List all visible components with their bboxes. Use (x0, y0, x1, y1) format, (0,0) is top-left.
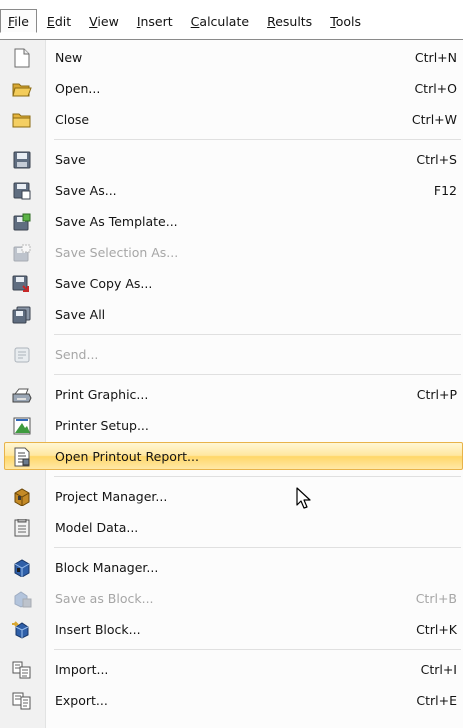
menu-item-printer-setup[interactable]: Printer Setup... (0, 410, 463, 441)
menu-item-open-printout-report[interactable]: Open Printout Report... (0, 441, 463, 472)
menu-calculate[interactable]: Calculate (183, 9, 257, 33)
menu-view[interactable]: View (81, 9, 127, 33)
menu-item-label: Save (55, 152, 86, 167)
new-document-icon (12, 48, 32, 68)
menu-edit[interactable]: Edit (39, 9, 79, 33)
menu-separator (0, 645, 463, 654)
menu-item-label: Export... (55, 693, 108, 708)
menu-item-label: Save Copy As... (55, 276, 153, 291)
open-folder-icon (12, 79, 32, 99)
menu-item-block-manager[interactable]: Block Manager... (0, 552, 463, 583)
menu-item-open[interactable]: Open... Ctrl+O (0, 73, 463, 104)
import-icon (12, 660, 32, 680)
floppy-template-icon (12, 212, 32, 232)
menu-items: New Ctrl+N Open... Ctrl+O Close Ctrl+W S… (0, 42, 463, 716)
menu-item-save-selection-as[interactable]: Save Selection As... (0, 237, 463, 268)
menu-item-label: New (55, 50, 83, 65)
project-manager-icon (12, 487, 32, 507)
send-mail-icon (12, 345, 32, 365)
floppy-copy-icon (12, 274, 32, 294)
menu-separator (0, 135, 463, 144)
menu-item-save-as[interactable]: Save As... F12 (0, 175, 463, 206)
menu-tools[interactable]: Tools (322, 9, 369, 33)
menu-item-label: Import... (55, 662, 109, 677)
export-icon (12, 691, 32, 711)
menu-item-label: Save As Template... (55, 214, 178, 229)
menu-item-shortcut: Ctrl+O (414, 81, 457, 96)
floppy-disk-icon (12, 150, 32, 170)
file-menu-dropdown: New Ctrl+N Open... Ctrl+O Close Ctrl+W S… (0, 39, 463, 728)
insert-block-icon (12, 620, 32, 640)
menu-item-label: Save All (55, 307, 106, 322)
close-folder-icon (12, 110, 32, 130)
floppy-save-as-icon (12, 181, 32, 201)
menu-separator (0, 330, 463, 339)
save-block-icon (12, 589, 32, 609)
menu-results-label: esults (275, 13, 313, 29)
menu-item-label: Print Graphic... (55, 387, 149, 402)
menu-results[interactable]: Results (259, 9, 320, 33)
menu-item-save-copy-as[interactable]: Save Copy As... (0, 268, 463, 299)
menu-item-save-all[interactable]: Save All (0, 299, 463, 330)
menu-results-mnemonic: R (267, 13, 276, 29)
block-manager-icon (12, 558, 32, 578)
menu-edit-mnemonic: E (46, 13, 55, 29)
menu-item-insert-block[interactable]: Insert Block... Ctrl+K (0, 614, 463, 645)
menu-item-label: Insert Block... (55, 622, 141, 637)
menu-item-close[interactable]: Close Ctrl+W (0, 104, 463, 135)
menu-item-save[interactable]: Save Ctrl+S (0, 144, 463, 175)
menu-item-label: Printer Setup... (55, 418, 149, 433)
floppy-stack-icon (12, 305, 32, 325)
menu-file[interactable]: File (0, 8, 37, 33)
menu-tools-label: ools (335, 13, 361, 29)
menu-item-print-graphic[interactable]: Print Graphic... Ctrl+P (0, 379, 463, 410)
printer-icon (12, 385, 32, 405)
menu-bar: File Edit View Insert Calculate Results … (0, 0, 463, 41)
menu-item-save-as-block[interactable]: Save as Block... Ctrl+B (0, 583, 463, 614)
menu-separator (0, 543, 463, 552)
menu-edit-label: dit (54, 13, 72, 29)
menu-item-shortcut: Ctrl+P (416, 387, 457, 402)
printer-setup-icon (12, 416, 32, 436)
menu-item-label: Close (55, 112, 90, 127)
menu-item-import[interactable]: Import... Ctrl+I (0, 654, 463, 685)
menu-insert[interactable]: Insert (129, 9, 181, 33)
menu-item-label: Model Data... (55, 520, 139, 535)
floppy-selection-icon (12, 243, 32, 263)
menu-item-shortcut: Ctrl+E (416, 693, 457, 708)
menu-file-label: ile (14, 13, 29, 29)
model-data-icon (12, 518, 32, 538)
report-document-icon (12, 447, 32, 467)
menu-item-shortcut: Ctrl+B (415, 591, 457, 606)
menu-view-label: iew (97, 13, 119, 29)
menu-item-model-data[interactable]: Model Data... (0, 512, 463, 543)
menu-item-shortcut: F12 (433, 183, 457, 198)
menu-item-shortcut: Ctrl+W (411, 112, 457, 127)
menu-item-shortcut: Ctrl+K (416, 622, 457, 637)
menu-item-label: Save Selection As... (55, 245, 179, 260)
menu-item-project-manager[interactable]: Project Manager... (0, 481, 463, 512)
menu-item-label: Save As... (55, 183, 117, 198)
menu-item-label: Open Printout Report... (55, 449, 199, 464)
menu-item-label: Open... (55, 81, 101, 96)
menu-item-export[interactable]: Export... Ctrl+E (0, 685, 463, 716)
menu-item-label: Project Manager... (55, 489, 168, 504)
menu-calculate-label: alculate (199, 13, 250, 29)
application-window: File Edit View Insert Calculate Results … (0, 0, 463, 728)
menu-item-shortcut: Ctrl+I (420, 662, 457, 677)
menu-item-send[interactable]: Send... (0, 339, 463, 370)
menu-item-save-as-template[interactable]: Save As Template... (0, 206, 463, 237)
menu-separator (0, 472, 463, 481)
menu-insert-label: nsert (140, 13, 173, 29)
menu-separator (0, 370, 463, 379)
menu-item-label: Send... (55, 347, 99, 362)
menu-item-new[interactable]: New Ctrl+N (0, 42, 463, 73)
mouse-pointer-icon (296, 487, 314, 514)
menu-item-shortcut: Ctrl+S (416, 152, 457, 167)
menu-item-label: Save as Block... (55, 591, 154, 606)
menu-item-shortcut: Ctrl+N (414, 50, 457, 65)
menu-item-label: Block Manager... (55, 560, 159, 575)
